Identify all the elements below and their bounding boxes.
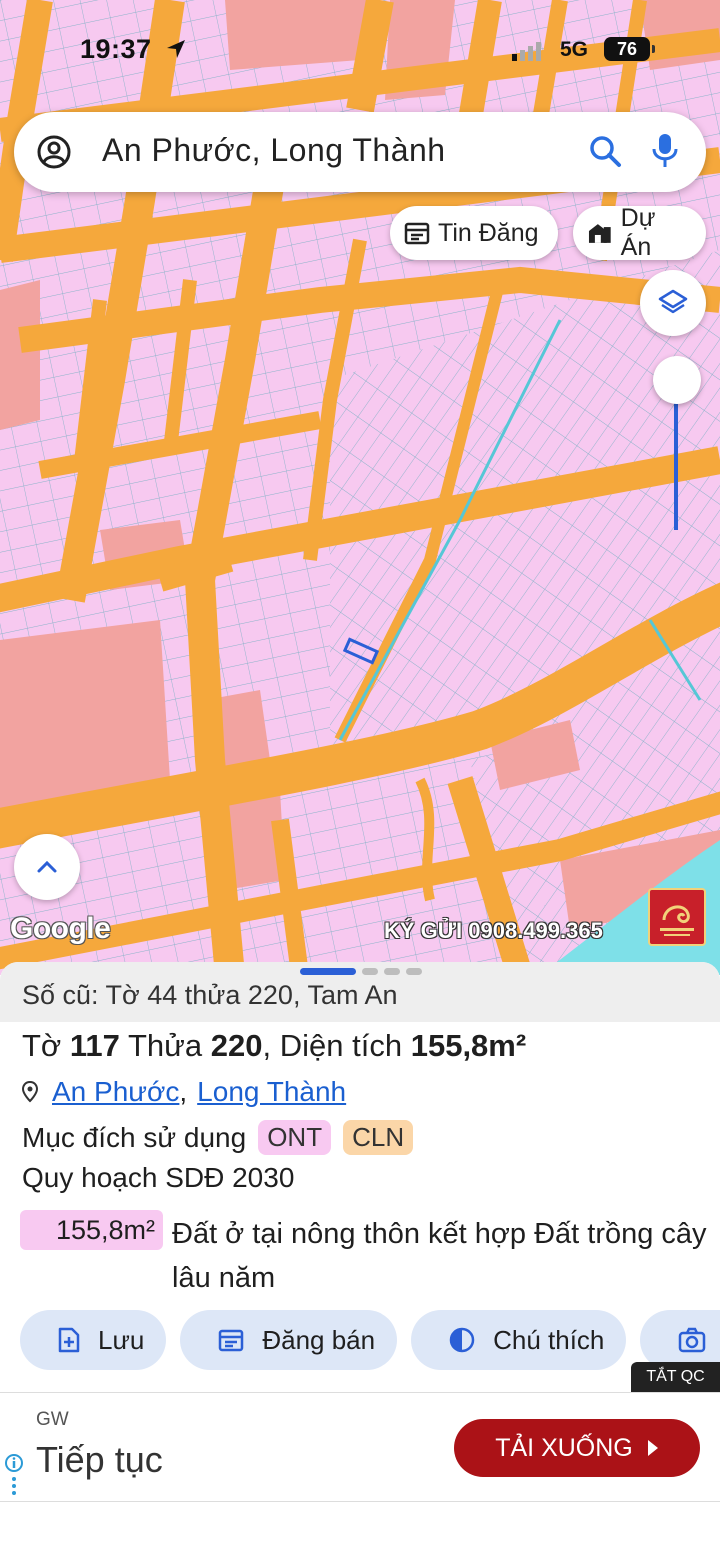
page-indicator xyxy=(406,968,422,975)
play-arrow-icon xyxy=(647,1440,658,1456)
projects-chip-label: Dự Án xyxy=(620,204,656,261)
land-use-purpose: Mục đích sử dụng ONT CLN xyxy=(22,1120,414,1155)
legend-button[interactable]: Chú thích xyxy=(411,1310,627,1370)
layers-button[interactable] xyxy=(640,270,706,336)
search-bar[interactable]: An Phước, Long Thành xyxy=(14,112,706,192)
status-time: 19:37 xyxy=(80,34,152,64)
save-button-label: Lưu xyxy=(98,1324,145,1355)
listings-chip-label: Tin Đăng xyxy=(438,218,539,247)
sheet-label: Tờ xyxy=(22,1028,62,1063)
search-query[interactable]: An Phước, Long Thành xyxy=(102,132,446,169)
dragon-logo-icon xyxy=(660,905,694,936)
status-bar: 19:37 5G 76 xyxy=(0,28,720,72)
parcel-location: An Phước , Long Thành xyxy=(22,1076,346,1108)
old-parcel-text: Số cũ: Tờ 44 thửa 220, Tam An xyxy=(22,980,398,1010)
contrast-icon xyxy=(449,1327,475,1353)
parcel-info-sheet[interactable]: Số cũ: Tờ 44 thửa 220, Tam An Tờ 117 Thử… xyxy=(0,962,720,1392)
district-link[interactable]: Long Thành xyxy=(197,1076,346,1108)
microphone-icon[interactable] xyxy=(650,132,680,170)
tag-cln: CLN xyxy=(343,1120,414,1155)
page-indicator xyxy=(384,968,400,975)
location-arrow-icon xyxy=(167,40,185,58)
purpose-label: Mục đích sử dụng xyxy=(22,1121,247,1153)
parcel-title: Tờ 117 Thửa 220, Diện tích 155,8m² xyxy=(22,1028,527,1063)
pin-icon xyxy=(22,1081,38,1103)
page-indicator-active xyxy=(300,968,356,975)
add-file-icon xyxy=(58,1327,80,1353)
chevron-up-icon xyxy=(37,860,57,873)
ad-sponsor: GW xyxy=(36,1409,69,1430)
action-buttons: Lưu Đăng bán Chú thích C xyxy=(20,1310,720,1370)
sheet-drag-handle[interactable] xyxy=(300,968,422,975)
page-indicator xyxy=(362,968,378,975)
sheet-number: 117 xyxy=(69,1028,120,1063)
ad-info-icon[interactable] xyxy=(4,1453,24,1497)
listings-chip[interactable]: Tin Đăng xyxy=(390,206,558,260)
area-label: Diện tích xyxy=(279,1028,403,1063)
plot-number: 220 xyxy=(210,1028,263,1063)
building-icon xyxy=(588,224,611,243)
tag-ont: ONT xyxy=(258,1120,332,1155)
plot-label: Thửa xyxy=(127,1028,203,1063)
legend-button-label: Chú thích xyxy=(493,1324,605,1355)
search-icon[interactable] xyxy=(588,134,622,168)
plan-description: Đất ở tại nông thôn kết hợp Đất trồng câ… xyxy=(172,1218,707,1294)
expand-button[interactable] xyxy=(14,834,80,900)
ad-title[interactable]: Tiếp tục xyxy=(36,1439,163,1481)
area-value: 155,8m² xyxy=(410,1028,527,1063)
signal-icon xyxy=(512,42,541,61)
opacity-slider-handle[interactable] xyxy=(653,356,701,404)
calendar-list-icon xyxy=(219,1329,244,1352)
map-view[interactable]: 19:37 5G 76 An Phước, Long Thành Tin Đăn… xyxy=(0,0,720,975)
account-icon[interactable] xyxy=(36,134,72,170)
than-long-land-logo xyxy=(648,888,706,946)
camera-icon xyxy=(679,1327,706,1353)
capture-button[interactable]: C xyxy=(640,1310,720,1370)
battery-icon: 76 xyxy=(604,37,655,61)
save-button[interactable]: Lưu xyxy=(20,1310,167,1370)
plan-label: Quy hoạch SDĐ 2030 xyxy=(22,1162,295,1193)
projects-chip[interactable]: Dự Án xyxy=(573,204,706,261)
map-watermark: KÝ GỬI 0908.499.365 xyxy=(384,918,603,943)
post-button-label: Đăng bán xyxy=(262,1324,376,1355)
network-type: 5G xyxy=(560,38,589,61)
ward-link[interactable]: An Phước xyxy=(52,1076,179,1108)
download-button[interactable]: TẢI XUỐNG xyxy=(454,1419,700,1477)
google-attribution: Google xyxy=(10,912,111,945)
close-ads-button[interactable]: TẮT QC xyxy=(631,1362,720,1392)
download-button-label: TẢI XUỐNG xyxy=(495,1433,633,1462)
calendar-list-icon xyxy=(404,222,430,245)
ad-banner[interactable]: GW Tiếp tục TẢI XUỐNG xyxy=(0,1392,720,1502)
plan-area-badge: 155,8m² xyxy=(20,1210,163,1250)
layers-icon xyxy=(658,289,688,314)
post-for-sale-button[interactable]: Đăng bán xyxy=(180,1310,398,1370)
